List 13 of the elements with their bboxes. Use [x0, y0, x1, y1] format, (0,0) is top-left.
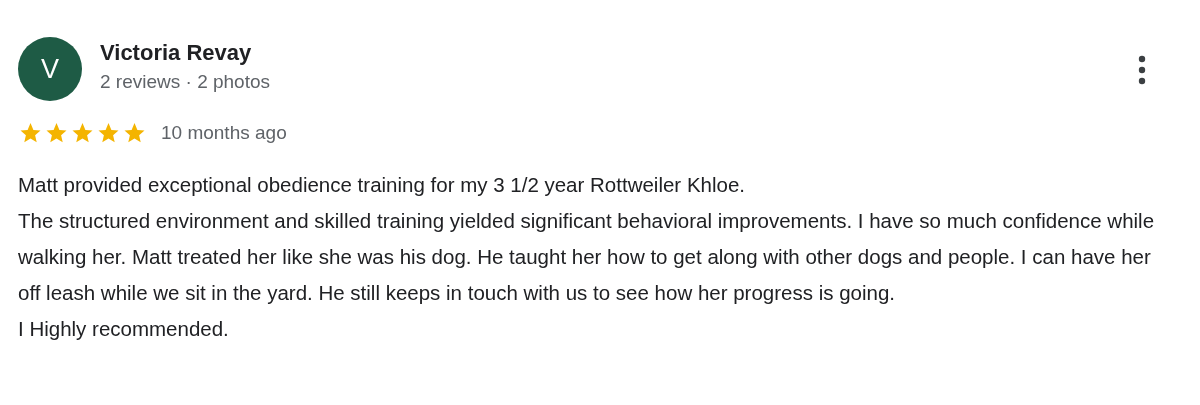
kebab-icon	[1138, 55, 1146, 85]
review-paragraph: The structured environment and skilled training yielded significant behavioral improvements. I have so much confidence while walking her. Matt treated her like she was his dog. He taught her how to get along with other dogs and people. I can have her off leash while we sit in the yard. He still keeps in touch with us to see how her progress is going.	[18, 208, 1156, 306]
star-icon	[70, 121, 95, 145]
star-icon	[122, 121, 147, 145]
review-paragraph: I Highly recommended.	[18, 316, 230, 342]
review-time: 10 months ago	[161, 122, 287, 144]
star-icon	[96, 121, 121, 145]
star-icon	[18, 121, 43, 145]
reviewer-stats: 2 reviews · 2 photos	[100, 70, 272, 94]
reviewer-name[interactable]: Victoria Revay	[100, 39, 1128, 67]
review-paragraph: Matt provided exceptional obedience training for my 3 1/2 year Rottweiler Khloe.	[18, 172, 746, 198]
star-icon	[44, 121, 69, 145]
avatar[interactable]: V	[18, 37, 82, 101]
